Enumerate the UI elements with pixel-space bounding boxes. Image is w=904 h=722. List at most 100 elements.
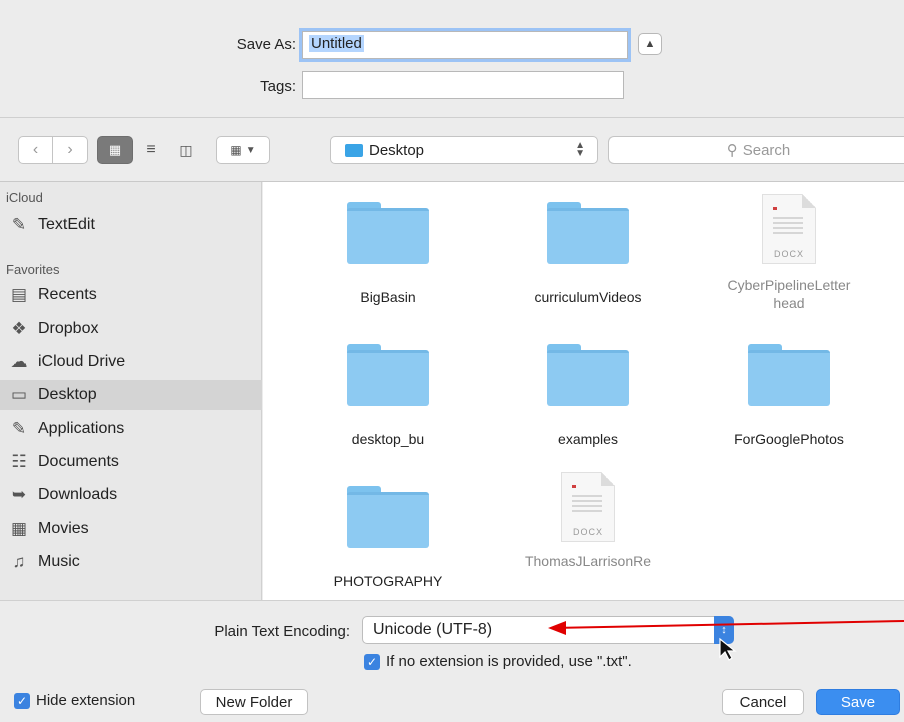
sidebar-item-label: Downloads [38,486,118,503]
sidebar-item-music[interactable]: ♫ Music [0,547,262,577]
file-item[interactable]: curriculumVideos [498,202,678,306]
sidebar-item-recents[interactable]: ▤ Recents [0,280,262,310]
updown-chevron-icon: ▲ ▼ [575,140,585,159]
dropbox-icon: ❖ [11,319,27,338]
file-name: ThomasJLarrisonRe [524,553,652,569]
cancel-button[interactable]: Cancel [722,689,804,715]
documents-icon: ☷ [11,452,27,471]
sidebar-item-label: Documents [38,453,119,470]
sidebar-item-label: Applications [38,420,125,437]
sidebar-section-icloud: iCloud [6,190,43,205]
back-button[interactable]: ‹ [19,137,53,163]
movies-icon: ▦ [10,519,28,538]
sidebar-item-movies[interactable]: ▦ Movies [0,514,262,544]
encoding-label: Plain Text Encoding: [214,623,350,640]
tags-field[interactable] [302,71,624,99]
file-name: curriculumVideos [534,289,642,305]
sidebar-item-textedit[interactable]: ✎ TextEdit [0,210,262,240]
file-item[interactable]: PHOTOGRAPHY [298,486,478,590]
encoding-options: Plain Text Encoding: Unicode (UTF-8) ↕ ✓… [0,600,904,682]
cloud-icon: ☁ [10,352,28,371]
location-popup[interactable]: Desktop ▲ ▼ [330,136,598,164]
file-name: PHOTOGRAPHY [333,573,443,589]
save-header: Save As: Untitled ▲ Tags: [0,0,904,118]
folder-icon [547,202,629,264]
save-as-label: Save As: [236,36,296,53]
txt-extension-checkbox-row[interactable]: ✓ If no extension is provided, use ".txt… [364,653,632,670]
docx-icon: DOCX [762,194,816,264]
search-icon: ⚲ [726,142,738,159]
music-icon: ♫ [12,552,26,571]
folder-icon [347,486,429,548]
dialog-buttons: ✓ Hide extension New Folder Cancel Save [0,682,904,722]
toolbar: ‹ › ▦ ≡ ◫ ▦ ▼ Desktop ▲ ▼ ⚲ Search [0,118,904,182]
downloads-icon: ➥ [11,485,27,504]
group-grid-icon: ▦ [230,143,242,157]
nav-segment: ‹ › [18,136,88,164]
file-name: CyberPipelineLetter head [727,277,851,311]
forward-button[interactable]: › [53,137,87,163]
sidebar-section-favorites: Favorites [6,262,60,277]
column-view-button[interactable]: ◫ [168,136,204,164]
recents-icon: ▤ [10,285,28,304]
file-item[interactable]: DOCX ThomasJLarrisonRe [498,472,678,570]
group-button[interactable]: ▦ ▼ [216,136,270,164]
folder-icon [748,344,830,406]
textedit-icon: ✎ [11,215,27,234]
search-field[interactable]: ⚲ Search [608,136,904,164]
save-as-value: Untitled [309,35,364,52]
folder-icon [347,202,429,264]
icon-view-button[interactable]: ▦ [97,136,133,164]
sidebar-item-label: Dropbox [38,320,99,337]
checkbox-checked-icon[interactable]: ✓ [364,653,380,670]
encoding-popup[interactable]: Unicode (UTF-8) ↕ [362,616,734,644]
grid-icon: ▦ [108,142,122,157]
sidebar-item-label: iCloud Drive [38,353,126,370]
expand-button[interactable]: ▲ [638,33,662,55]
file-name: BigBasin [360,289,416,305]
chevron-left-icon: ‹ [32,141,39,158]
new-folder-button[interactable]: New Folder [200,689,308,715]
folder-icon [347,344,429,406]
file-item[interactable]: ForGooglePhotos [699,344,879,448]
hide-extension-label: Hide extension [36,692,136,709]
list-icon: ≡ [146,141,156,158]
sidebar-item-documents[interactable]: ☷ Documents [0,447,262,477]
list-view-button[interactable]: ≡ [135,136,167,164]
file-item[interactable]: DOCX CyberPipelineLetter head [699,194,879,312]
file-item[interactable]: BigBasin [298,202,478,306]
folder-icon [547,344,629,406]
sidebar-item-applications[interactable]: ✎ Applications [0,414,262,444]
file-item[interactable]: desktop_bu [298,344,478,448]
txt-extension-label: If no extension is provided, use ".txt". [386,653,632,670]
save-button[interactable]: Save [816,689,900,715]
sidebar-item-label: TextEdit [38,216,95,233]
sidebar-item-icloud-drive[interactable]: ☁ iCloud Drive [0,347,262,377]
file-name: ForGooglePhotos [734,431,844,447]
save-as-field[interactable]: Untitled [302,31,628,59]
sidebar-item-dropbox[interactable]: ❖ Dropbox [0,314,262,344]
tags-label: Tags: [260,78,296,95]
desktop-icon: ▭ [10,385,28,404]
chevron-right-icon: › [67,141,73,158]
file-item[interactable]: examples [498,344,678,448]
docx-badge: DOCX [773,249,804,259]
docx-badge: DOCX [572,527,603,537]
sidebar-item-label: Desktop [38,386,97,403]
sidebar-item-label: Music [38,553,80,570]
sidebar: iCloud ✎ TextEdit Favorites ▤ Recents ❖ … [0,182,262,600]
sidebar-item-downloads[interactable]: ➥ Downloads [0,480,262,510]
search-placeholder: Search [742,141,791,159]
file-name: examples [558,431,618,447]
chevron-up-icon: ▲ [644,38,656,50]
sidebar-item-desktop[interactable]: ▭ Desktop [0,380,262,410]
columns-icon: ◫ [179,141,193,158]
file-name: desktop_bu [351,431,425,447]
sidebar-item-label: Movies [38,520,89,537]
folder-icon [345,143,363,157]
sidebar-item-label: Recents [38,286,97,303]
checkbox-checked-icon[interactable]: ✓ [14,692,30,709]
chevron-down-icon: ▼ [245,144,256,156]
hide-extension-checkbox[interactable]: ✓ Hide extension [14,692,135,709]
encoding-value: Unicode (UTF-8) [373,621,493,638]
